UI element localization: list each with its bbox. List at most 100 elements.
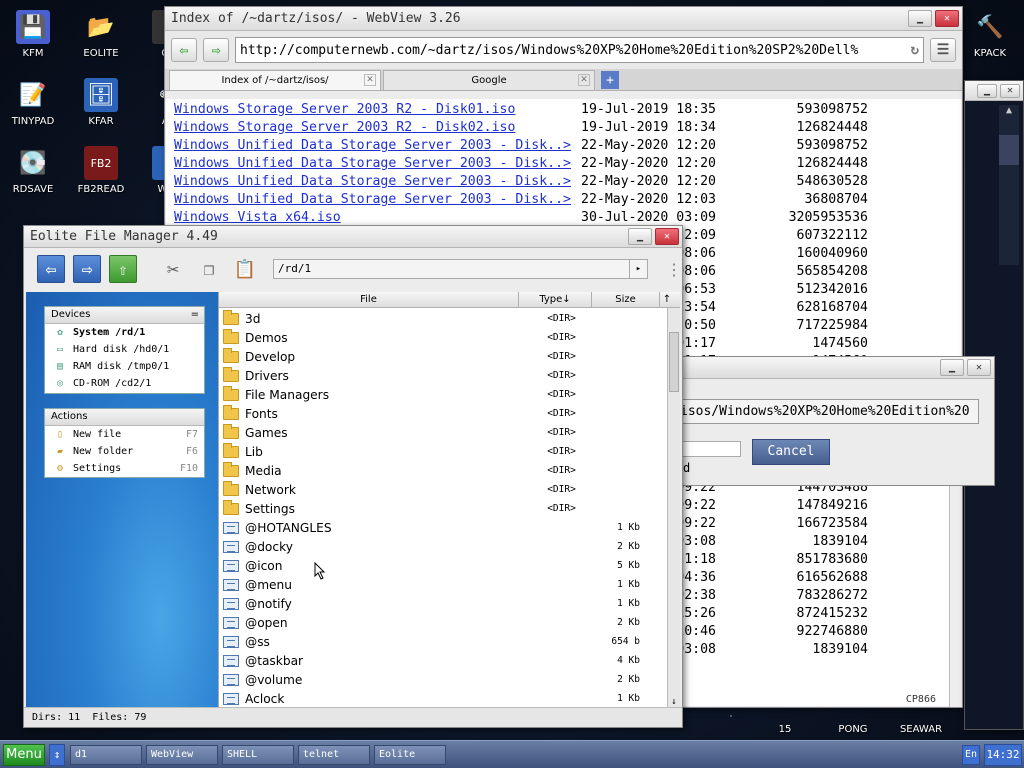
background-window-scrollbar[interactable]: ▲ [999, 105, 1019, 265]
file-row[interactable]: @taskbar 4 Kb [219, 651, 680, 670]
file-row[interactable]: 3d <DIR> [219, 309, 680, 328]
dialog-titlebar[interactable]: ▁ ✕ [681, 357, 994, 379]
tab-google[interactable]: Google ✕ [383, 70, 595, 90]
back-button[interactable]: ⇦ [37, 255, 65, 283]
dialog-url-field[interactable]: isos/Windows%20XP%20Home%20Edition%20 [679, 399, 979, 424]
file-row[interactable]: Network <DIR> [219, 480, 680, 499]
menu-button[interactable]: ☰ [930, 38, 956, 62]
file-link[interactable]: Windows Unified Data Storage Server 2003… [166, 155, 574, 173]
file-row[interactable]: @icon 5 Kb [219, 556, 680, 575]
file-row[interactable]: @menu 1 Kb [219, 575, 680, 594]
minimize-button[interactable]: ▁ [628, 228, 652, 245]
path-input[interactable]: /rd/1 ▸ [273, 259, 648, 279]
cancel-button[interactable]: Cancel [752, 439, 830, 465]
file-row[interactable]: Settings <DIR> [219, 499, 680, 518]
copy-button[interactable]: ❐ [195, 255, 223, 283]
file-row[interactable]: Develop <DIR> [219, 347, 680, 366]
device-item[interactable]: ◎ CD-ROM /cd2/1 [45, 375, 204, 392]
desktop-icon-kfm[interactable]: 💾 KFM [0, 10, 66, 59]
col-file[interactable]: File [219, 292, 519, 307]
desktop-label-seawar[interactable]: SEAWAR [888, 724, 954, 735]
desktop-icon-kfar[interactable]: 🗄 KFAR [68, 78, 134, 127]
clock[interactable]: 14:32 [984, 743, 1022, 766]
file-size: 922746880 [796, 624, 868, 639]
taskbar-task[interactable]: d1 [70, 744, 142, 765]
switch-icon[interactable]: ↕ [49, 743, 65, 766]
paste-button[interactable]: 📋 [231, 255, 259, 283]
refresh-icon[interactable]: ↻ [911, 42, 919, 58]
close-button[interactable]: ✕ [967, 359, 991, 376]
taskbar-task[interactable]: WebView [146, 744, 218, 765]
device-item[interactable]: ▭ Hard disk /hd0/1 [45, 341, 204, 358]
file-row[interactable]: File Managers <DIR> [219, 385, 680, 404]
url-input[interactable]: http://computernewb.com/~dartz/isos/Wind… [235, 37, 924, 63]
webview-titlebar[interactable]: Index of /~dartz/isos/ - WebView 3.26 ▁ … [165, 7, 962, 31]
file-link[interactable]: Windows Unified Data Storage Server 2003… [166, 173, 574, 191]
action-item[interactable]: ⚙ Settings F10 [45, 460, 204, 477]
action-item[interactable]: ▯ New file F7 [45, 426, 204, 443]
close-button[interactable]: ✕ [935, 10, 959, 27]
more-options-icon[interactable]: ⋮ [666, 260, 682, 279]
taskbar-task[interactable]: Eolite [374, 744, 446, 765]
file-row[interactable]: Lib <DIR> [219, 442, 680, 461]
file-row[interactable]: Aclock 1 Kb [219, 689, 680, 708]
col-type[interactable]: Type↓ [519, 292, 592, 307]
minimize-button[interactable]: ▁ [908, 10, 932, 27]
action-item[interactable]: ▰ New folder F6 [45, 443, 204, 460]
folder-icon [223, 442, 239, 458]
device-item[interactable]: ▤ RAM disk /tmp0/1 [45, 358, 204, 375]
desktop-icon-kpack[interactable]: 🔨 KPACK [957, 10, 1023, 60]
file-row[interactable]: @docky 2 Kb [219, 537, 680, 556]
desktop-icon-tinypad[interactable]: 📝 TINYPAD [0, 78, 66, 128]
dialog-input[interactable] [681, 441, 741, 457]
forward-button[interactable]: ⇨ [73, 255, 101, 283]
file-list-scrollbar[interactable]: ↓ [667, 308, 680, 707]
file-link[interactable]: Windows Storage Server 2003 R2 - Disk02.… [166, 119, 574, 137]
file-link[interactable]: Windows Storage Server 2003 R2 - Disk01.… [166, 101, 574, 119]
up-button[interactable]: ⇧ [109, 255, 137, 283]
eolite-titlebar[interactable]: Eolite File Manager 4.49 ▁ ✕ [24, 226, 682, 248]
file-row[interactable]: Demos <DIR> [219, 328, 680, 347]
forward-button[interactable]: ⇨ [203, 38, 229, 62]
scroll-up-icon[interactable]: ↑ [660, 292, 674, 307]
file-link[interactable]: Windows Unified Data Storage Server 2003… [166, 137, 574, 155]
close-button[interactable]: ✕ [1000, 83, 1020, 98]
go-arrow-icon[interactable]: ▸ [629, 260, 647, 278]
desktop-icon-fb2read[interactable]: FB2 FB2READ [68, 146, 134, 195]
file-link[interactable]: Windows Unified Data Storage Server 2003… [166, 191, 574, 209]
tab-index[interactable]: Index of /~dartz/isos/ ✕ [169, 70, 381, 90]
device-item[interactable]: ✿ System /rd/1 [45, 324, 204, 341]
file-row[interactable]: @notify 1 Kb [219, 594, 680, 613]
tab-close-icon[interactable]: ✕ [578, 74, 590, 86]
minimize-button[interactable]: ▁ [977, 83, 997, 98]
background-window-titlebar[interactable]: ▁ ✕ [965, 81, 1023, 101]
file-size: 783286272 [796, 588, 868, 603]
taskbar-task[interactable]: SHELL [222, 744, 294, 765]
desktop-icon-rdsave[interactable]: 💽 RDSAVE [0, 146, 66, 196]
back-button[interactable]: ⇦ [171, 38, 197, 62]
file-row[interactable]: @HOTANGLES 1 Kb [219, 518, 680, 537]
file-row[interactable]: Fonts <DIR> [219, 404, 680, 423]
dialog-partial-text: d [683, 461, 691, 475]
desktop-label-pong[interactable]: PONG [820, 724, 886, 735]
start-menu-button[interactable]: Menu [3, 743, 45, 766]
desktop-icon-eolite[interactable]: 📂 EOLITE [68, 10, 134, 60]
file-row[interactable]: @open 2 Kb [219, 613, 680, 632]
desktop-label-15[interactable]: 15 [752, 724, 818, 735]
scroll-down-icon[interactable]: ↓ [668, 697, 680, 707]
collapse-icon[interactable]: = [191, 307, 199, 323]
file-row[interactable]: @volume 2 Kb [219, 670, 680, 689]
taskbar-task[interactable]: telnet [298, 744, 370, 765]
file-row[interactable]: Drivers <DIR> [219, 366, 680, 385]
file-row[interactable]: @ss 654 b [219, 632, 680, 651]
minimize-button[interactable]: ▁ [940, 359, 964, 376]
new-tab-button[interactable]: + [601, 71, 619, 89]
file-row[interactable]: Media <DIR> [219, 461, 680, 480]
scroll-thumb[interactable] [669, 332, 679, 392]
close-button[interactable]: ✕ [655, 228, 679, 245]
language-indicator[interactable]: En [962, 744, 980, 765]
file-row[interactable]: Games <DIR> [219, 423, 680, 442]
col-size[interactable]: Size [592, 292, 660, 307]
tab-close-icon[interactable]: ✕ [364, 74, 376, 86]
cut-button[interactable]: ✂ [159, 255, 187, 283]
